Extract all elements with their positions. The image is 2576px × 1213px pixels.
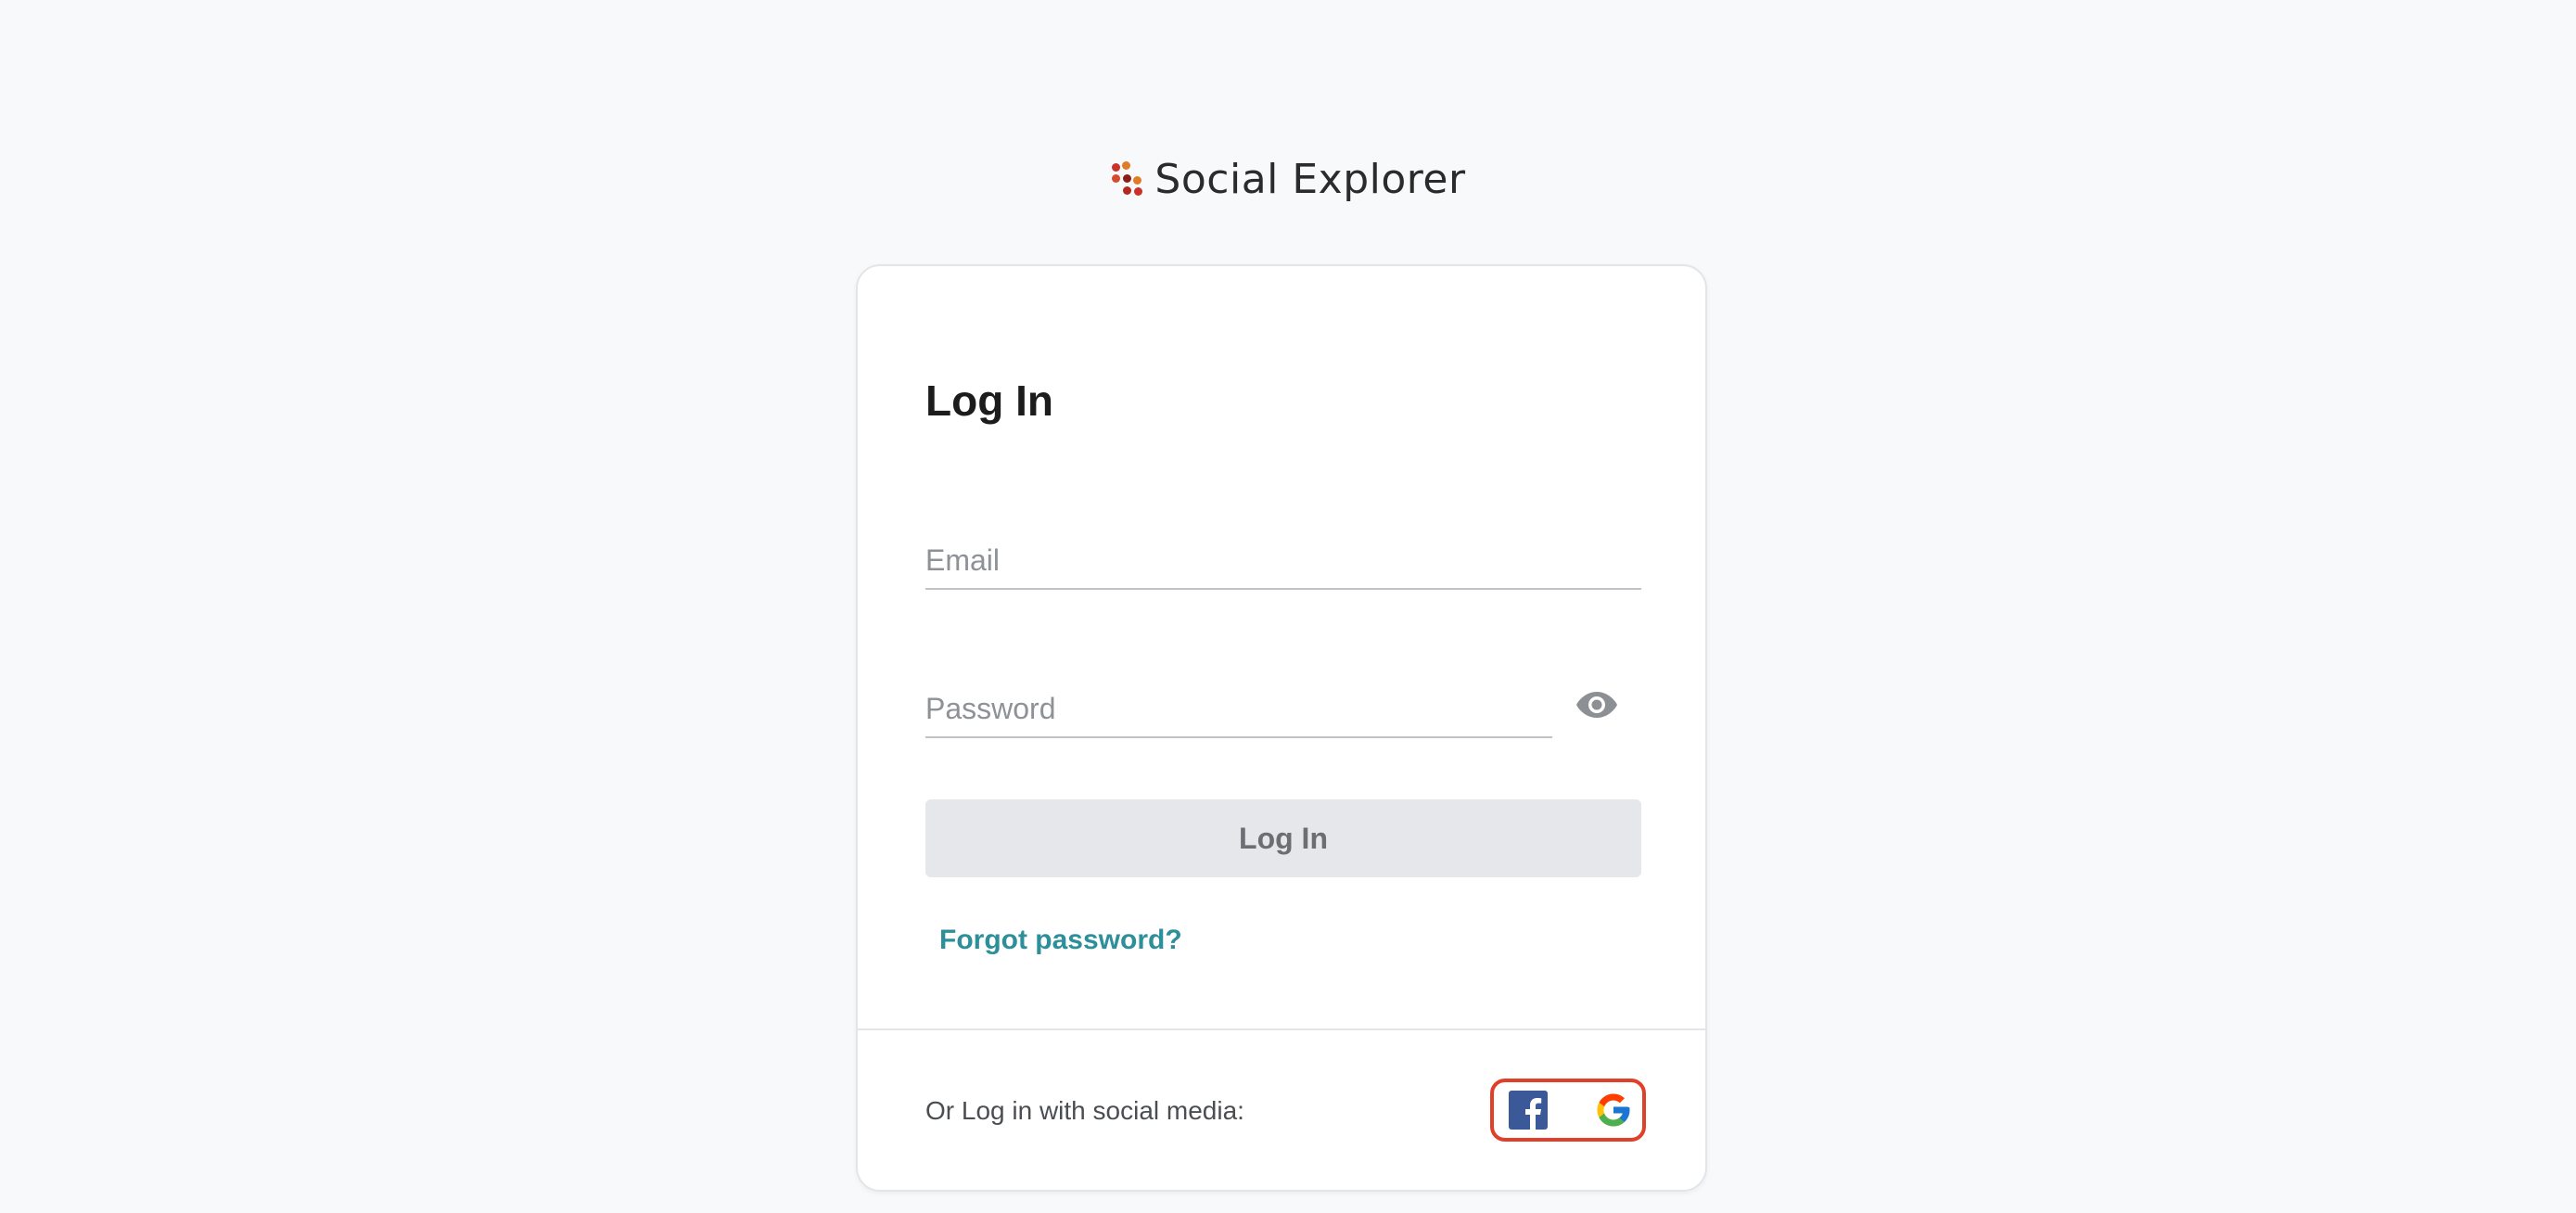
show-password-button[interactable] — [1574, 688, 1620, 721]
app-logo: Social Explorer — [0, 156, 2576, 203]
password-field-container — [925, 681, 1552, 738]
login-card: Log In Log In Forgot password? Or Log in… — [856, 264, 1707, 1192]
brand-name: Social Explorer — [1154, 156, 1466, 203]
social-login-buttons — [1490, 1079, 1646, 1142]
forgot-password-link[interactable]: Forgot password? — [939, 925, 1182, 956]
google-icon — [1597, 1093, 1630, 1127]
facebook-icon — [1509, 1091, 1548, 1130]
email-field-container — [925, 532, 1641, 590]
social-login-label: Or Log in with social media: — [925, 1096, 1244, 1125]
password-field[interactable] — [925, 681, 1552, 736]
email-field[interactable] — [925, 532, 1641, 588]
login-button[interactable]: Log In — [925, 799, 1641, 877]
google-login-button[interactable] — [1594, 1091, 1633, 1130]
eye-icon — [1576, 692, 1617, 718]
facebook-login-button[interactable] — [1509, 1091, 1548, 1130]
page-title: Log In — [925, 377, 1053, 425]
dots-logo-icon — [1110, 160, 1147, 200]
divider — [858, 1028, 1705, 1030]
